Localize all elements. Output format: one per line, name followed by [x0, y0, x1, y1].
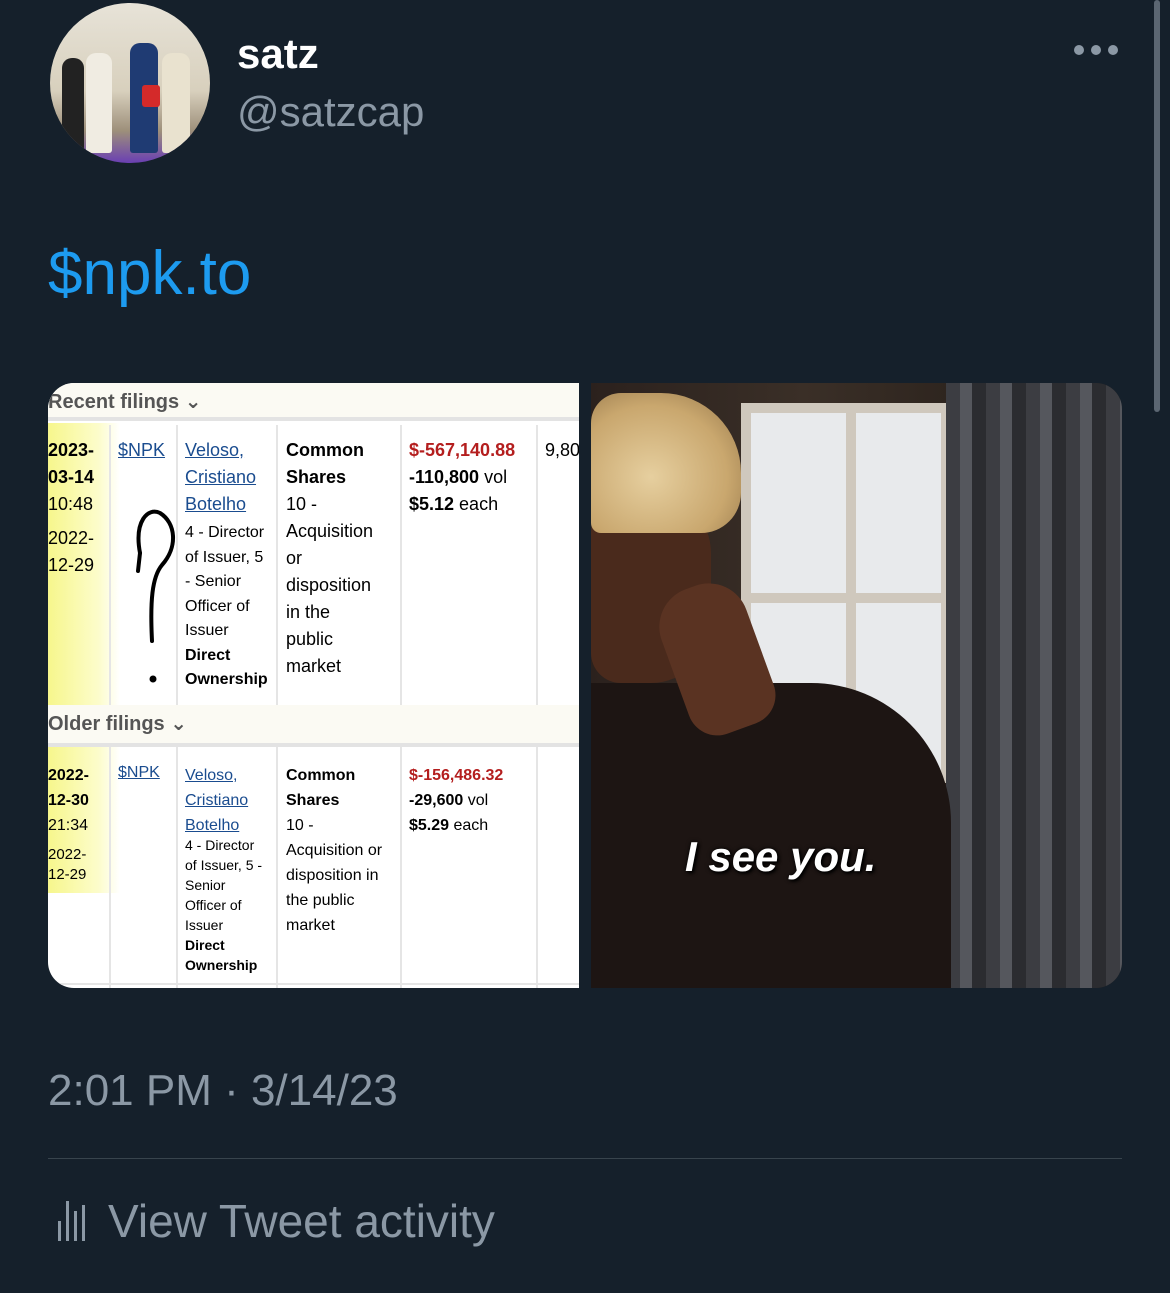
- section-header-older: Older filings ⌄: [48, 705, 579, 747]
- bar-chart-icon: [58, 1201, 85, 1241]
- ticker-link[interactable]: $NPK: [118, 763, 160, 783]
- filing-date: 2022- 12-30: [48, 767, 89, 809]
- tweet-media[interactable]: Recent filings ⌄ 2023- 03-14 10:48 2022-…: [48, 383, 1122, 988]
- security-type: Common Shares: [286, 767, 356, 809]
- holdings-value: 9,80: [545, 440, 579, 460]
- divider: [48, 1158, 1122, 1159]
- person-hair: [591, 393, 741, 533]
- insider-role: 4 - Director of Issuer, 5 - Senior Offic…: [185, 837, 263, 973]
- insider-role: 4 - Director of Issuer, 5 - Senior Offic…: [185, 524, 268, 688]
- scrollbar[interactable]: [1154, 0, 1160, 412]
- transaction-nature: 10 - Acquisition or disposition in the p…: [286, 494, 374, 676]
- filings-screenshot-image[interactable]: Recent filings ⌄ 2023- 03-14 10:48 2022-…: [48, 383, 579, 988]
- transaction-nature: 10 - Acquisition or disposition in the p…: [286, 817, 383, 934]
- transaction-value: $-567,140.88 -110,800 vol $5.12 each: [409, 440, 516, 514]
- background-curtain: [946, 383, 1122, 988]
- insider-name-link[interactable]: Veloso, Cristiano Botelho: [185, 437, 256, 518]
- filing-date: 2023- 03-14: [48, 440, 95, 487]
- more-options-icon[interactable]: [1074, 44, 1118, 56]
- view-tweet-activity-button[interactable]: View Tweet activity: [58, 1195, 495, 1247]
- view-tweet-activity-label: View Tweet activity: [108, 1195, 495, 1247]
- section-title: Recent filings ⌄: [48, 391, 202, 413]
- trade-date: 2022- 12-29: [48, 846, 87, 883]
- divider: [48, 983, 579, 985]
- author-avatar[interactable]: [50, 3, 210, 163]
- insider-name-link[interactable]: Veloso, Cristiano Botelho: [185, 763, 248, 838]
- tweet-cashtag-link[interactable]: $npk.to: [48, 238, 251, 309]
- tweet-timestamp[interactable]: 2:01 PM · 3/14/23: [48, 1066, 398, 1116]
- security-type: Common Shares: [286, 440, 364, 487]
- ticker-link[interactable]: $NPK: [118, 437, 165, 464]
- transaction-value: $-156,486.32 -29,600 vol $5.29 each: [409, 767, 504, 834]
- trade-date: 2022- 12-29: [48, 528, 95, 575]
- section-title: Older filings ⌄: [48, 713, 187, 735]
- gif-caption: I see you.: [685, 833, 877, 880]
- section-header-recent: Recent filings ⌄: [48, 383, 579, 421]
- author-display-name[interactable]: satz: [237, 30, 319, 78]
- reaction-gif-image[interactable]: I see you.: [591, 383, 1122, 988]
- author-handle[interactable]: @satzcap: [237, 88, 424, 136]
- filing-time: 10:48: [48, 494, 94, 514]
- filing-time: 21:34: [48, 817, 89, 834]
- handwritten-question-mark: [136, 509, 176, 683]
